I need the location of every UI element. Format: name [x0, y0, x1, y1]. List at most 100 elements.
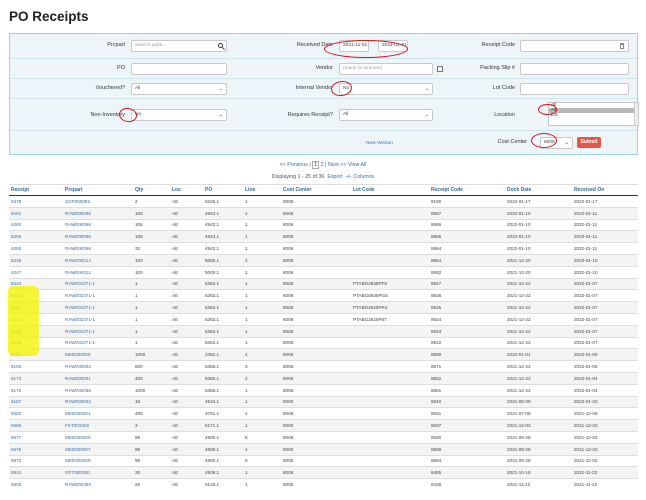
cell-prcpart[interactable]: SOP000083 [63, 195, 133, 208]
cell-prcpart[interactable]: RAW000096 [63, 230, 133, 243]
page-link[interactable]: 2 [321, 162, 324, 168]
column-header-received-on[interactable]: Received On [572, 184, 638, 196]
requires-receipt-select[interactable]: All ⌄ [339, 109, 433, 121]
location-listbox[interactable]: All AE DS [548, 102, 639, 126]
view-all-link[interactable]: View All [348, 162, 366, 168]
location-option[interactable]: DS [549, 113, 638, 118]
column-header-line[interactable]: Line [243, 184, 281, 196]
cell-prcpart[interactable]: MED000001 [63, 407, 133, 420]
cell-prcpart[interactable]: RAW000014 [63, 253, 133, 267]
po-input[interactable] [131, 63, 227, 75]
export-link[interactable]: Export [327, 174, 342, 180]
prcpart-input[interactable]: Search parts... [131, 40, 227, 52]
cell-prcpart[interactable]: RAW000012 [63, 265, 133, 279]
table-row[interactable]: 6020 MED000001 490 AE 3781.1 1 8006 8661 2021-07… [9, 407, 638, 420]
table-row[interactable]: 6220RAW002371-11AE5363.11800689232021-12… [9, 324, 638, 338]
packing-slip-input[interactable] [520, 63, 629, 75]
cell-receipt[interactable]: 6249 [9, 253, 63, 267]
next-page-link[interactable]: Next >> [328, 162, 347, 168]
table-row[interactable]: 5910 OFT000050 20 AE 4908.1 1 8006 8485 2021-10-… [9, 466, 638, 479]
table-row[interactable]: 6261 RAW000096 106 AE 4943.1 1 8006 8967 2022-01… [9, 206, 638, 220]
table-row[interactable]: 6219RAW002371-11AE5363.11800689222021-12… [9, 336, 638, 349]
cell-prcpart[interactable]: RAW000096 [63, 218, 133, 231]
column-header-po[interactable]: PO [203, 184, 243, 196]
non-inventory-select[interactable]: No ⌄ [131, 109, 227, 121]
cell-prcpart[interactable]: FKT001026 [63, 419, 133, 432]
cell-prcpart[interactable]: RAW002371-1 [63, 277, 133, 290]
table-row[interactable]: 6223RAW002371-11AE5363.118006PTABG6935PG… [9, 289, 638, 302]
cell-receipt[interactable]: 5976 [9, 442, 63, 456]
table-row[interactable]: 6224 RAW002371-1 1 AE 5363.1 1 8006 PTABG2935PF… [9, 277, 638, 290]
column-header-receipt-code[interactable]: Receipt Code [429, 184, 505, 196]
new-version-link[interactable]: New Version [366, 141, 393, 146]
column-header-dock-date[interactable]: Dock Date [505, 184, 572, 196]
vendor-input[interactable]: (name or vennum) [339, 63, 433, 75]
column-header-receipt[interactable]: Receipt [9, 184, 63, 196]
table-row[interactable]: 5893 RAW002369 25 AE 5133.1 1 8006 8438 2021-11-… [9, 478, 638, 491]
table-row[interactable]: 5972 MED000009 98 AE 4800.1 6 8006 8584 2021-09-… [9, 454, 638, 467]
cell-prcpart[interactable]: OFT000050 [63, 466, 133, 479]
table-row[interactable]: 5977 MED000008 98 AE 4800.1 5 8006 8590 2021-09-… [9, 430, 638, 444]
table-row[interactable]: 6221RAW002371-11AE5363.118006PTABG2625P8… [9, 312, 638, 326]
cell-prcpart[interactable]: MED000007 [63, 442, 133, 456]
cell-prcpart[interactable]: RAW000002 [63, 360, 133, 373]
column-header-qty[interactable]: Qty [133, 184, 170, 196]
cell-prcpart[interactable]: RAW002371-1 [63, 301, 133, 314]
cell-receipt[interactable]: 6020 [9, 407, 63, 420]
table-row[interactable]: 5976 MED000007 98 AE 4800.1 4 8006 8589 2021-09-… [9, 442, 638, 456]
column-header-lot-code[interactable]: Lot Code [351, 184, 429, 196]
cell-receipt[interactable]: 6193 [9, 360, 63, 373]
table-row[interactable]: 5985 FKT001026 3 AE 5171.1 1 8006 8607 2021-12-0… [9, 419, 638, 432]
table-row[interactable]: 6258 RAW000096 32 AE 4943.1 1 8006 8964 2022-01-… [9, 242, 638, 255]
cell-receipt[interactable]: 6157 [9, 395, 63, 408]
table-row[interactable]: 6173 RAW000001 400 AE 5366.1 2 8006 8862 2021-12… [9, 371, 638, 385]
cell-receipt[interactable]: 5910 [9, 466, 63, 479]
cell-prcpart[interactable]: MED000005 [63, 348, 133, 361]
cell-prcpart[interactable]: RAW002371-1 [63, 289, 133, 302]
cell-receipt[interactable]: 6378 [9, 195, 63, 208]
cell-receipt[interactable]: 5977 [9, 430, 63, 444]
table-row[interactable]: 6260 RAW000096 106 AE 4943.1 1 8006 8966 2022-01… [9, 218, 638, 231]
column-header-cost-center[interactable]: Cost Center [281, 184, 351, 196]
receipt-code-input[interactable] [520, 40, 629, 52]
submit-button[interactable]: Submit [577, 137, 601, 148]
table-row[interactable]: 6172 RAW000035 1000 AE 5366.1 1 8006 8861 2021-1… [9, 383, 638, 397]
cell-prcpart[interactable]: MED000009 [63, 454, 133, 467]
cell-receipt[interactable]: 6173 [9, 371, 63, 385]
column-header-loc[interactable]: Loc [170, 184, 203, 196]
lot-code-input[interactable] [520, 83, 629, 95]
cell-prcpart[interactable]: RAW002371-1 [63, 312, 133, 326]
cell-receipt[interactable]: 6172 [9, 383, 63, 397]
table-row[interactable]: 6202MED0000051000AE2452.14800688992022-0… [9, 348, 638, 361]
column-header-prcpart[interactable]: Prcpart [63, 184, 133, 196]
search-icon[interactable] [218, 43, 223, 48]
cell-prcpart[interactable]: MED000008 [63, 430, 133, 444]
table-row[interactable]: 6378 SOP000083 2 AE 5226.1 1 8006 9190 2022-01-1… [9, 195, 638, 208]
cell-prcpart[interactable]: RAW000096 [63, 206, 133, 220]
cell-receipt[interactable]: 5985 [9, 419, 63, 432]
cell-prcpart[interactable]: RAW002369 [63, 478, 133, 491]
table-row[interactable]: 6249 RAW000014 100 AE 5000.1 2 8006 8954 2021-12… [9, 253, 638, 267]
cell-prcpart[interactable]: RAW000035 [63, 383, 133, 397]
cell-receipt[interactable]: 6260 [9, 218, 63, 231]
columns-toggle[interactable]: +/- Columns [346, 174, 375, 180]
cell-prcpart[interactable]: RAW002371-1 [63, 336, 133, 349]
table-row[interactable]: 6259 RAW000096 106 AE 4943.1 1 8006 8965 2022-01… [9, 230, 638, 243]
table-row[interactable]: 6222RAW002371-11AE5363.118006PTABG2625PR… [9, 301, 638, 314]
cell-receipt[interactable]: 6259 [9, 230, 63, 243]
table-row[interactable]: 6157 RAW000022 18 AE 4524.1 1 8006 8840 2021-08-… [9, 395, 638, 408]
cell-receipt[interactable]: 6247 [9, 265, 63, 279]
cell-prcpart[interactable]: RAW002371-1 [63, 324, 133, 338]
vendor-checkbox[interactable] [437, 66, 443, 72]
cell-receipt[interactable]: 6258 [9, 242, 63, 255]
vouchered-select[interactable]: All ⌄ [131, 83, 227, 95]
cell-receipt[interactable]: 5893 [9, 478, 63, 491]
trash-icon[interactable] [620, 43, 624, 49]
internal-vendor-select[interactable]: No ⌄ [339, 83, 433, 95]
cell-prcpart[interactable]: RAW000001 [63, 371, 133, 385]
listbox-scrollbar[interactable] [634, 103, 638, 125]
page-link-current[interactable]: 1 [312, 161, 320, 169]
cell-receipt[interactable]: 5972 [9, 454, 63, 467]
cell-prcpart[interactable]: RAW000022 [63, 395, 133, 408]
table-row[interactable]: 6193 RAW000002 600 AE 5366.1 3 8006 8871 2021-12… [9, 360, 638, 373]
